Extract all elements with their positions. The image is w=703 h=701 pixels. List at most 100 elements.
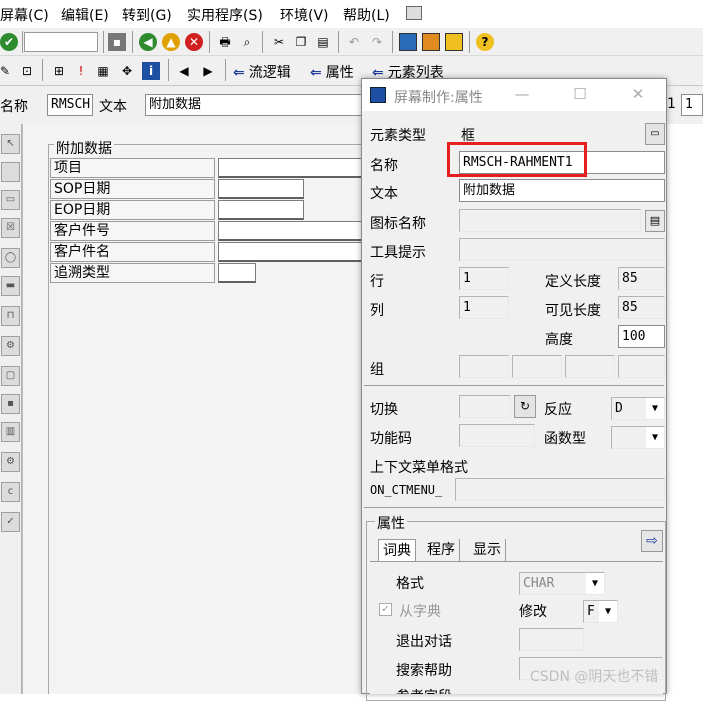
element-type-button-icon[interactable]: ▭ [645,123,665,145]
redo-icon[interactable]: ↷ [368,33,386,51]
menu-goto[interactable]: 转到(G) [122,5,172,25]
menu-help[interactable]: 帮助(L) [343,5,390,25]
new-session-icon[interactable] [399,33,417,51]
row-field[interactable]: 1 [459,267,509,290]
input-customer-part-name[interactable] [218,242,368,262]
layout-icon[interactable] [422,33,440,51]
from-dict-checkbox[interactable]: ✓ [379,603,392,616]
dialog-titlebar[interactable]: 屏幕制作:属性 — ☐ ✕ [362,79,666,111]
column-field[interactable]: 1 [681,94,703,116]
tab-tool-icon[interactable]: ⊓ [1,306,20,326]
def-length-field[interactable]: 85 [618,267,665,290]
refresh-icon[interactable]: ↻ [514,395,536,418]
menu-environment[interactable]: 环境(V) [280,5,329,25]
vis-length-field[interactable]: 85 [618,296,665,319]
save-icon[interactable]: ▪ [108,33,126,51]
minimize-icon[interactable]: — [512,85,532,103]
menu-screen[interactable]: 屏幕(C) [0,5,49,25]
layout-editor-icon[interactable]: ▦ [94,62,112,80]
modify-dropdown[interactable]: F ▼ [583,600,618,623]
ftype-dropdown[interactable]: ▼ [611,426,665,449]
status-icon-tool[interactable]: ✓ [1,512,20,532]
subscreen-tool-icon[interactable]: ▪ [1,394,20,414]
display-change-icon[interactable]: ⊡ [18,62,36,80]
input-item[interactable] [218,158,368,178]
label-customer-part-no[interactable]: 客户件号 [50,221,215,241]
input-tool-icon[interactable]: ▭ [1,190,20,210]
checkbox-tool-icon[interactable]: ☒ [1,218,20,238]
menu-edit[interactable]: 编辑(E) [61,5,109,25]
input-trace-type[interactable] [218,263,256,283]
frame-title: 附加数据 [54,138,114,158]
input-customer-part-no[interactable] [218,221,368,241]
text-field[interactable]: 附加数据 [145,94,365,116]
pencil-icon[interactable]: ✎ [0,62,14,80]
format-dropdown[interactable]: CHAR ▼ [519,572,605,595]
text-tool-icon[interactable] [1,162,20,182]
arrow-right-icon[interactable]: ⇨ [641,530,663,552]
flow-logic-button[interactable]: ⇐ 流逻辑 [233,62,291,82]
maximize-icon[interactable]: ☐ [570,85,590,103]
enter-check-icon[interactable]: ✔ [0,33,18,51]
tab-program[interactable]: 程序 [423,539,460,561]
tab-dictionary[interactable]: 词典 [378,539,416,561]
box-tool-icon[interactable]: ▢ [1,366,20,386]
exit-dialog-field[interactable] [519,628,584,651]
react-dropdown[interactable]: D ▼ [611,397,665,420]
tab-wizard-icon[interactable]: ⚙ [1,336,20,356]
icon-list-icon[interactable]: ▤ [645,210,665,232]
from-dict-label: 从字典 [399,604,441,620]
custom-control-icon[interactable]: c [1,482,20,502]
hierarchy-icon[interactable]: ⊞ [50,62,68,80]
previous-icon[interactable]: ◀ [175,62,193,80]
help-icon[interactable]: ? [476,33,494,51]
move-icon[interactable]: ✥ [118,62,136,80]
fcode-field[interactable] [459,424,535,447]
col-field[interactable]: 1 [459,296,509,319]
label-customer-part-name[interactable]: 客户件名 [50,242,215,262]
tab-display[interactable]: 显示 [469,539,506,561]
next-icon[interactable]: ▶ [199,62,217,80]
label-eop-date[interactable]: EOP日期 [50,200,215,220]
window-layout-icon[interactable] [406,6,422,20]
pointer-tool-icon[interactable]: ↖ [1,134,20,154]
label-sop-date[interactable]: SOP日期 [50,179,215,199]
ref-field-label: 参考字段 [396,686,452,694]
ctx-menu-prefix: ON_CTMENU_ [370,483,443,497]
label-item[interactable]: 项目 [50,158,215,178]
exit-icon[interactable]: ▲ [162,33,180,51]
print-icon[interactable]: 🖶 [216,33,234,51]
close-icon[interactable]: ✕ [628,85,648,103]
text-field[interactable]: 附加数据 [459,179,665,202]
table-control-icon[interactable]: ▥ [1,422,20,442]
radio-tool-icon[interactable]: ◯ [1,248,20,268]
button-tool-icon[interactable]: ▬ [1,276,20,296]
attributes-button[interactable]: ⇐ 属性 [310,62,354,82]
input-eop-date[interactable] [218,200,304,220]
label-trace-type[interactable]: 追溯类型 [50,263,215,283]
command-field[interactable] [24,32,98,52]
back-icon[interactable]: ◀ [139,33,157,51]
cut-icon[interactable]: ✂ [270,33,288,51]
name-field[interactable]: RMSCH [47,94,93,116]
tooltip-field[interactable] [459,238,665,261]
group-field-1[interactable] [459,355,509,378]
menu-utilities[interactable]: 实用程序(S) [187,5,263,25]
input-sop-date[interactable] [218,179,304,199]
paste-icon[interactable]: ▤ [314,33,332,51]
table-wizard-icon[interactable]: ⚙ [1,452,20,472]
cancel-icon[interactable]: ✕ [185,33,203,51]
copy-icon[interactable]: ❐ [292,33,310,51]
undo-icon[interactable]: ↶ [345,33,363,51]
shortcut-icon[interactable] [445,33,463,51]
info-icon[interactable]: i [142,62,160,80]
icon-name-field[interactable] [459,209,641,232]
pin-icon[interactable]: ǃ [72,62,90,80]
group-field-2[interactable] [512,355,562,378]
find-icon[interactable]: ⌕ [238,33,256,51]
group-field-3[interactable] [565,355,615,378]
height-field[interactable]: 100 [618,325,665,348]
ctx-menu-field[interactable] [455,478,665,501]
group-field-4[interactable] [618,355,665,378]
switch-field[interactable] [459,395,511,418]
